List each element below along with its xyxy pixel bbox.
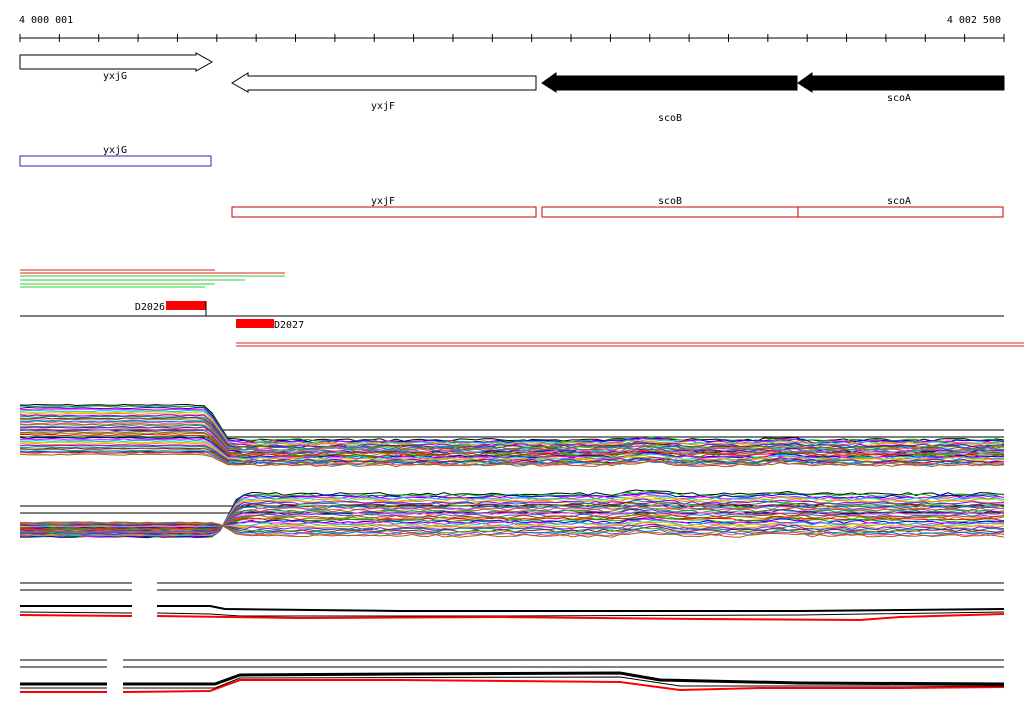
feature-track: D2026 D2027	[20, 301, 1024, 347]
gene-label-yxjG: yxjG	[103, 71, 127, 82]
annotation-box-yxjF[interactable]	[231, 206, 537, 218]
short-reads-track	[20, 269, 285, 288]
annotation-label-scoB: scoB	[658, 196, 682, 207]
coordinate-ruler: 4 000 001 4 002 500	[19, 15, 1005, 42]
gene-label-yxjF: yxjF	[371, 101, 395, 112]
feature-label-D2027: D2027	[274, 320, 304, 331]
gene-arrow-yxjG[interactable]	[19, 52, 214, 72]
annotation-box-scoB[interactable]	[541, 206, 799, 218]
annotation-box-scoA[interactable]	[797, 206, 1004, 218]
annotation-box-yxjG[interactable]	[19, 155, 212, 167]
feature-block-D2026[interactable]	[166, 301, 206, 310]
annotation-label-yxjG: yxjG	[103, 145, 127, 156]
feature-label-D2026: D2026	[135, 302, 165, 313]
gene-arrow-scoB[interactable]	[541, 72, 798, 93]
tiling-track-2	[20, 659, 1005, 693]
feature-block-D2027[interactable]	[236, 319, 274, 328]
gene-label-scoA: scoA	[887, 93, 911, 104]
tiling-track-1	[19, 582, 1005, 622]
expression-profile-panel-1	[19, 403, 1005, 468]
gene-arrow-yxjF[interactable]	[231, 72, 537, 93]
annotation-track: yxjG yxjF scoB scoA	[19, 145, 1004, 218]
gene-track: yxjG yxjF scoB scoA	[19, 52, 1005, 124]
gene-label-scoB: scoB	[658, 113, 682, 124]
ruler-end-label: 4 002 500	[947, 15, 1001, 26]
genome-browser-view: 4 000 001 4 002 500 yxjG yxjF scoB scoA …	[19, 15, 1024, 693]
gene-arrow-scoA[interactable]	[797, 72, 1005, 93]
expression-profile-panel-2	[19, 489, 1005, 539]
tiling-signal-black	[20, 671, 1005, 686]
ruler-start-label: 4 000 001	[19, 15, 73, 26]
annotation-label-yxjF: yxjF	[371, 196, 395, 207]
annotation-label-scoA: scoA	[887, 196, 911, 207]
tiling-signal-black	[20, 605, 1005, 612]
tiling-signal-red	[19, 613, 1005, 622]
